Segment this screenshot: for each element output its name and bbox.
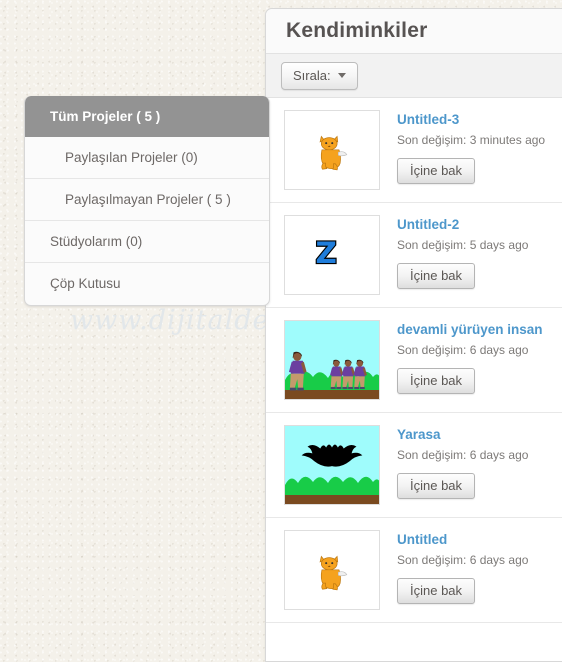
- project-row: Untitled-3 Son değişim: 3 minutes ago İçin…: [266, 98, 562, 203]
- project-thumbnail[interactable]: [284, 530, 380, 610]
- project-thumbnail[interactable]: [284, 110, 380, 190]
- sidebar-item-unshared-projects[interactable]: Paylaşılmayan Projeler ( 5 ): [25, 179, 269, 221]
- svg-text:Z: Z: [315, 236, 336, 270]
- sidebar-item-label: Stüdyolarım (0): [50, 234, 143, 249]
- see-inside-button[interactable]: İçine bak: [397, 158, 476, 184]
- project-last-modified: Son değişim: 3 minutes ago: [397, 133, 546, 147]
- sidebar-item-all-projects[interactable]: Tüm Projeler ( 5 ): [25, 96, 269, 137]
- project-filter-sidebar: Tüm Projeler ( 5 ) Paylaşılan Projeler (0…: [24, 96, 270, 306]
- project-row: Yarasa Son değişim: 6 days ago İçine bak: [266, 413, 562, 518]
- sidebar-item-label: Paylaşılan Projeler (0): [65, 150, 198, 165]
- project-row: Untitled Son değişim: 6 days ago İçine bak: [266, 518, 562, 623]
- project-title-link[interactable]: Untitled-3: [397, 112, 545, 127]
- project-list: Untitled-3 Son değişim: 3 minutes ago İçin…: [266, 98, 562, 623]
- panel-header: Kendiminkiler: [266, 9, 562, 54]
- project-row: Z Untitled-2 Son değişim: 5 days ago İçine …: [266, 203, 562, 308]
- sidebar-item-label: Paylaşılmayan Projeler ( 5 ): [65, 192, 231, 207]
- sidebar-item-label: Çöp Kutusu: [50, 276, 121, 291]
- project-row: devamli yürüyen insan Son değişim: 6 days…: [266, 308, 562, 413]
- panel-toolbar: Sırala:: [266, 54, 562, 98]
- sidebar-item-trash[interactable]: Çöp Kutusu: [25, 263, 269, 305]
- project-title-link[interactable]: Untitled-2: [397, 217, 528, 232]
- project-title-link[interactable]: Untitled: [397, 532, 528, 547]
- project-last-modified: Son değişim: 6 days ago: [397, 553, 529, 567]
- see-inside-button[interactable]: İçine bak: [397, 263, 476, 289]
- see-inside-button[interactable]: İçine bak: [397, 578, 476, 604]
- sort-dropdown-button[interactable]: Sırala:: [281, 61, 358, 90]
- project-info: Untitled Son değişim: 6 days ago İçine bak: [380, 530, 528, 610]
- see-inside-button[interactable]: İçine bak: [397, 473, 476, 499]
- sidebar-item-shared-projects[interactable]: Paylaşılan Projeler (0): [25, 137, 269, 179]
- project-info: devamli yürüyen insan Son değişim: 6 days…: [380, 320, 543, 400]
- project-title-link[interactable]: devamli yürüyen insan: [397, 322, 543, 337]
- page-title: Kendiminkiler: [286, 19, 428, 42]
- project-info: Yarasa Son değişim: 6 days ago İçine bak: [380, 425, 528, 505]
- my-stuff-panel: Kendiminkiler Sırala: Untitled-3 Son deği…: [265, 8, 562, 662]
- see-inside-button[interactable]: İçine bak: [397, 368, 476, 394]
- project-info: Untitled-3 Son değişim: 3 minutes ago İçin…: [380, 110, 545, 190]
- project-thumbnail[interactable]: [284, 425, 380, 505]
- project-info: Untitled-2 Son değişim: 5 days ago İçine b…: [380, 215, 528, 295]
- project-last-modified: Son değişim: 6 days ago: [397, 343, 529, 357]
- project-last-modified: Son değişim: 5 days ago: [397, 238, 529, 252]
- project-last-modified: Son değişim: 6 days ago: [397, 448, 529, 462]
- sort-dropdown-label: Sırala:: [293, 67, 331, 83]
- sidebar-item-label: Tüm Projeler ( 5 ): [50, 109, 161, 124]
- sidebar-item-my-studios[interactable]: Stüdyolarım (0): [25, 221, 269, 263]
- chevron-down-icon: [337, 72, 346, 78]
- project-title-link[interactable]: Yarasa: [397, 427, 528, 442]
- project-thumbnail[interactable]: [284, 320, 380, 400]
- project-thumbnail[interactable]: Z: [284, 215, 380, 295]
